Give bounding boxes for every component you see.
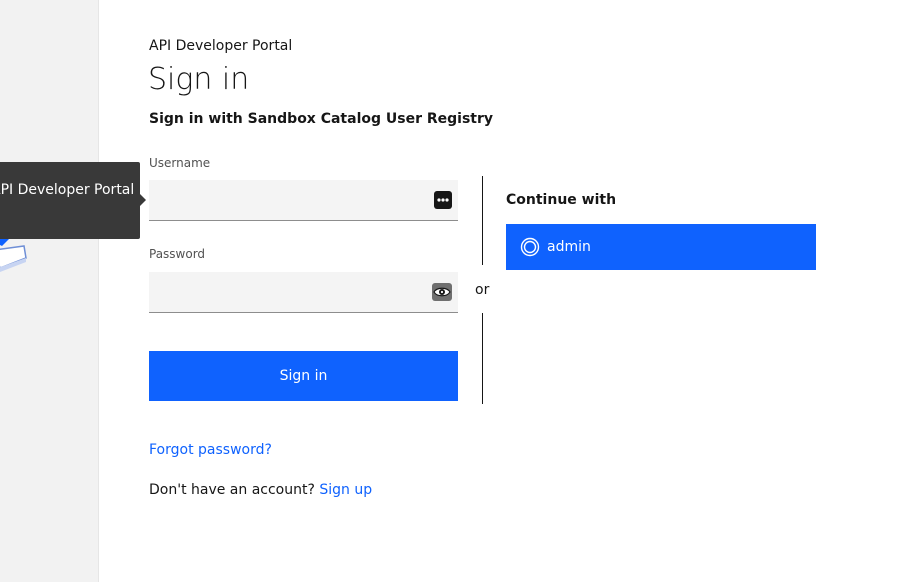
password-field-wrapper [149,272,458,313]
eye-icon[interactable] [432,283,452,301]
sign-up-link[interactable]: Sign up [319,482,372,498]
username-label: Username [149,156,211,170]
password-label: Password [149,247,206,261]
password-input[interactable] [149,272,441,312]
sign-in-button[interactable]: Sign in [149,351,458,401]
divider-line-bottom [482,313,483,404]
forgot-password-link[interactable]: Forgot password? [149,441,272,459]
portal-label: API Developer Portal [149,38,293,54]
signup-row: Don't have an account? Sign up [149,481,372,499]
page-subtitle: Sign in with Sandbox Catalog User Regist… [149,111,494,127]
provider-button-admin[interactable]: admin [506,224,816,270]
tooltip-caret [140,194,146,206]
provider-label: admin [547,239,591,255]
divider-line-top [482,176,483,265]
left-panel [0,0,99,582]
no-account-text: Don't have an account? [149,482,315,498]
page-title: Sign in [148,62,250,97]
user-circle-icon [520,237,540,257]
password-manager-dots-icon[interactable] [434,191,452,209]
divider-or-text: or [475,282,490,298]
tooltip-text: API Developer Portal [0,182,135,198]
username-field-wrapper [149,180,458,221]
tooltip: API Developer Portal [0,162,146,239]
continue-with-label: Continue with [506,192,617,208]
username-input[interactable] [149,180,441,220]
